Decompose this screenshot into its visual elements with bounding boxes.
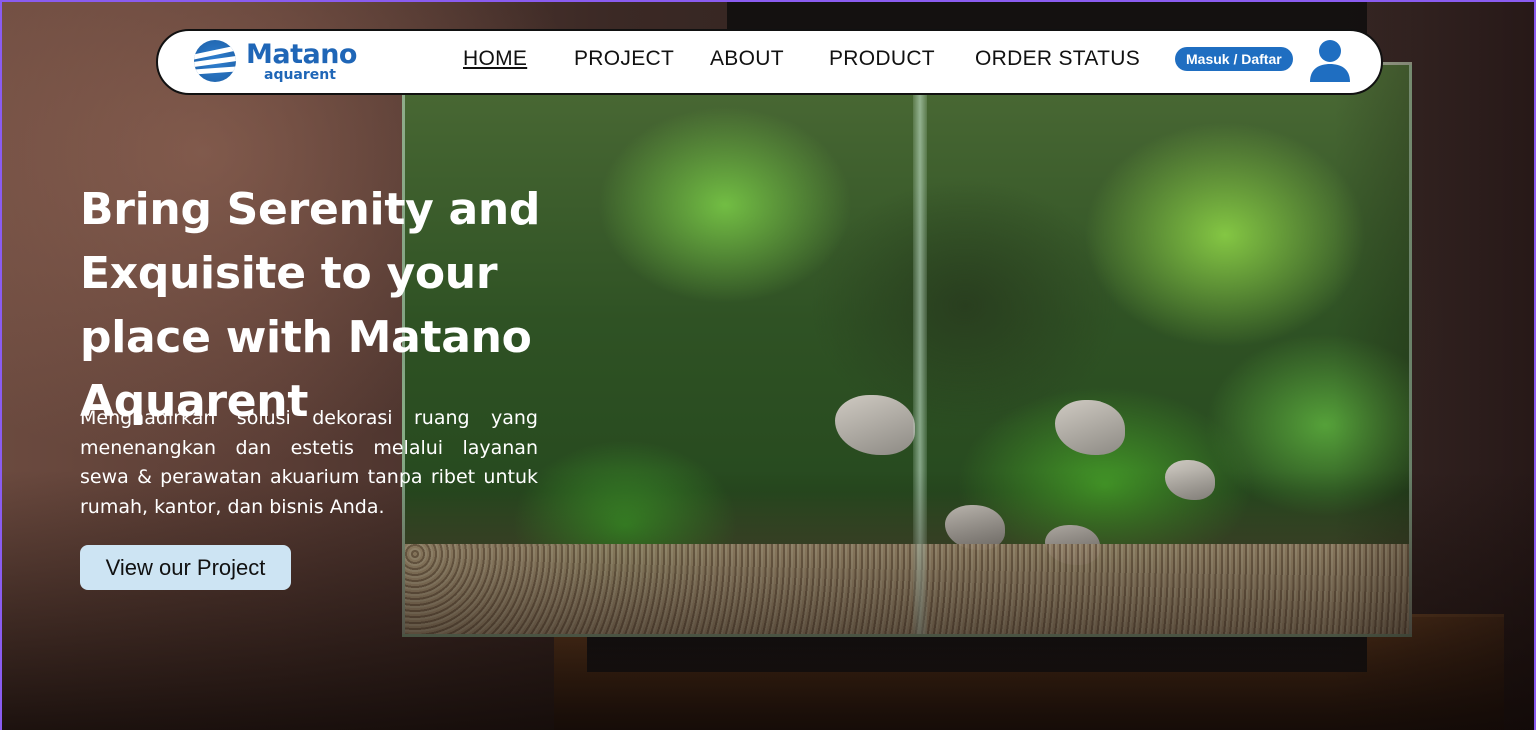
wave-logo-icon	[194, 40, 236, 82]
hero-description: Menghadirkan solusi dekorasi ruang yang …	[80, 407, 538, 518]
login-register-button[interactable]: Masuk / Daftar	[1175, 47, 1293, 71]
rock-decor	[1055, 400, 1125, 455]
brand-logo[interactable]: Matano aquarent	[194, 38, 358, 83]
nav-about[interactable]: ABOUT	[710, 47, 784, 71]
nav-project[interactable]: PROJECT	[574, 47, 674, 71]
view-project-button[interactable]: View our Project	[80, 545, 291, 590]
user-icon[interactable]	[1308, 38, 1352, 84]
nav-product[interactable]: PRODUCT	[829, 47, 935, 71]
navbar: Matano aquarent HOME PROJECT ABOUT PRODU…	[156, 29, 1383, 95]
brand-subtitle: aquarent	[264, 66, 336, 83]
hero-title: Bring Serenity and Exquisite to your pla…	[80, 184, 541, 427]
rock-decor	[835, 395, 915, 455]
nav-order-status[interactable]: ORDER STATUS	[975, 47, 1140, 71]
nav-home[interactable]: HOME	[463, 47, 527, 71]
brand-title: Matano	[246, 38, 358, 70]
page-frame: Matano aquarent HOME PROJECT ABOUT PRODU…	[0, 0, 1536, 730]
